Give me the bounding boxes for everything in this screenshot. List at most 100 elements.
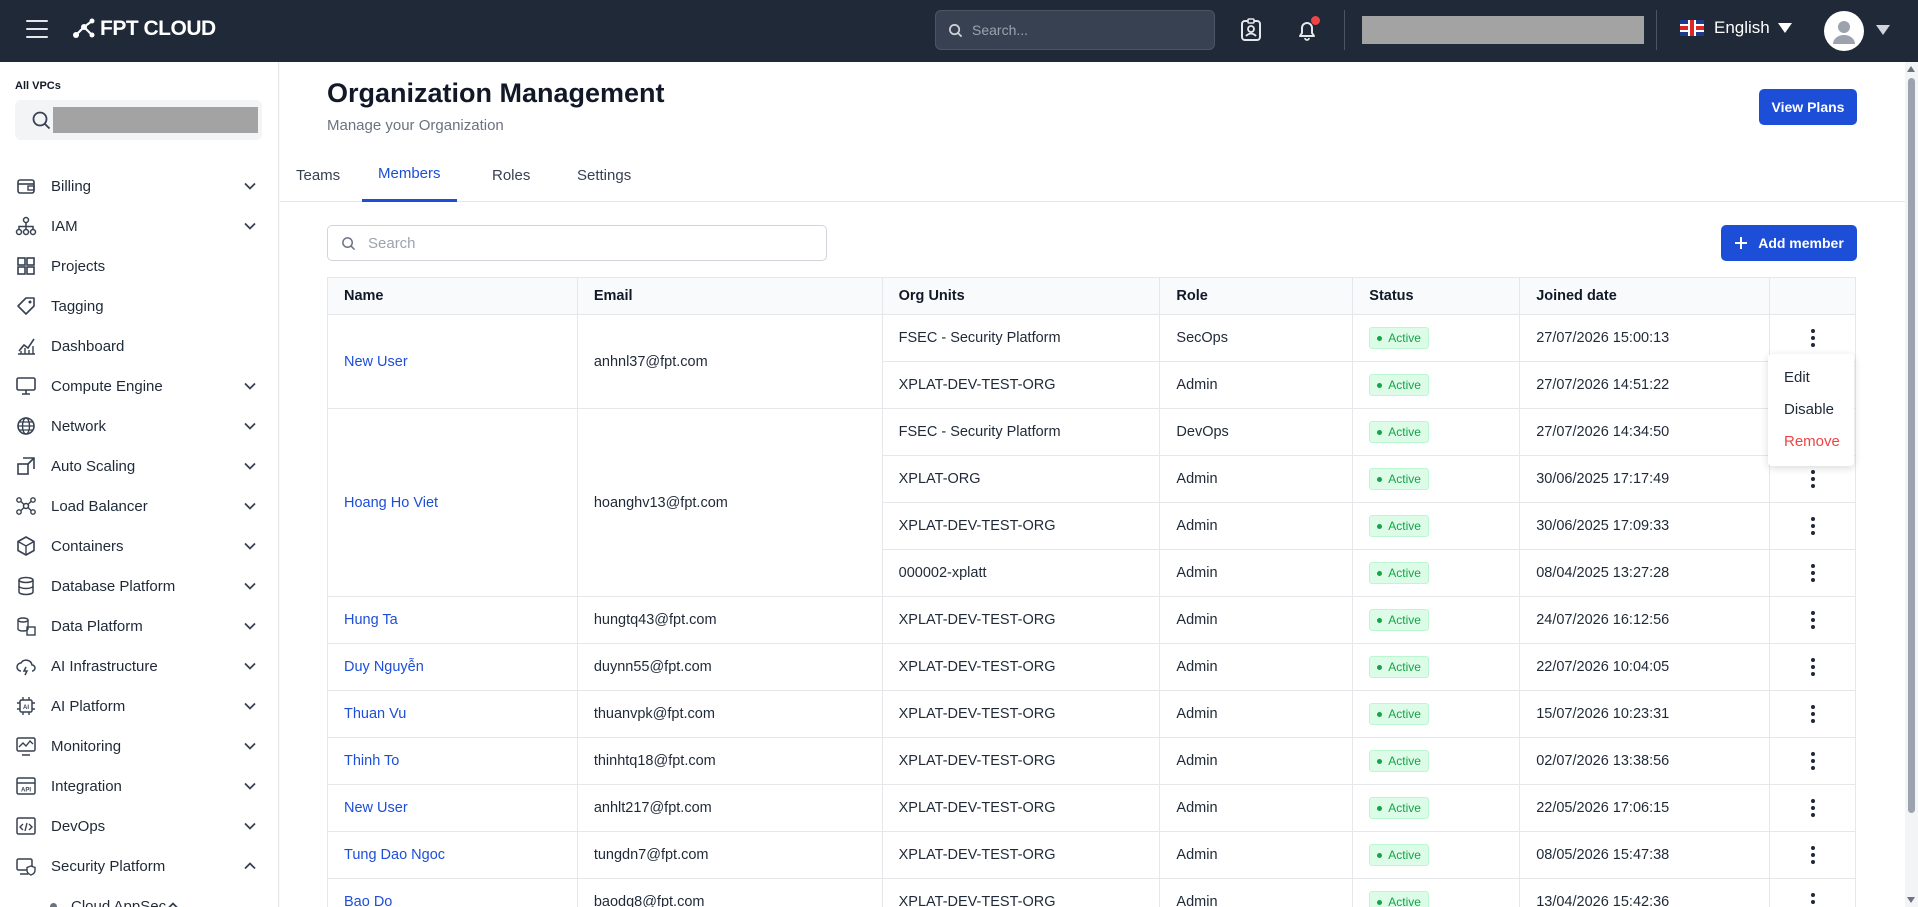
sidebar-item-database-platform[interactable]: Database Platform [0, 566, 278, 606]
fpt-cloud-logo[interactable]: FPT CLOUD [72, 17, 216, 41]
role-cell: Admin [1159, 878, 1354, 907]
more-options-icon[interactable] [1803, 890, 1823, 907]
sidebar-item-label: Data Platform [51, 617, 143, 635]
member-name-link[interactable]: Tung Dao Ngoc [344, 847, 445, 863]
sidebar-item-tagging[interactable]: Tagging [0, 286, 278, 326]
sidebar-item-iam[interactable]: IAM [0, 206, 278, 246]
more-options-icon[interactable] [1803, 514, 1823, 538]
menu-toggle-icon[interactable] [26, 20, 48, 38]
notification-bell-icon[interactable] [1294, 16, 1320, 43]
column-header-status[interactable]: Status [1352, 277, 1521, 315]
chevron-down-icon[interactable] [243, 659, 257, 673]
member-name-link[interactable]: New User [344, 800, 408, 816]
sidebar-subitem-cloud-appsec[interactable]: Cloud AppSec [0, 886, 278, 907]
member-name-link[interactable]: Hung Ta [344, 612, 398, 628]
more-options-icon[interactable] [1803, 655, 1823, 679]
member-name-link[interactable]: Thinh To [344, 753, 399, 769]
chevron-up-icon[interactable] [243, 859, 257, 873]
scroll-thumb[interactable] [1908, 78, 1915, 813]
menu-item-edit[interactable]: Edit [1768, 362, 1854, 394]
user-avatar[interactable] [1824, 11, 1864, 51]
sidebar-item-load-balancer[interactable]: Load Balancer [0, 486, 278, 526]
sidebar-item-auto-scaling[interactable]: Auto Scaling [0, 446, 278, 486]
top-navbar: FPT CLOUD Search... English [0, 0, 1918, 62]
table-row: Bao Do baodq8@fpt.com XPLAT-DEV-TEST-ORG Ad… [327, 878, 1856, 907]
view-plans-button[interactable]: View Plans [1759, 89, 1857, 125]
more-options-icon[interactable] [1803, 467, 1823, 491]
sidebar-item-compute-engine[interactable]: Compute Engine [0, 366, 278, 406]
chevron-down-icon[interactable] [243, 699, 257, 713]
add-member-button[interactable]: Add member [1721, 225, 1857, 261]
sidebar-item-devops[interactable]: DevOps [0, 806, 278, 846]
globe-icon [15, 415, 37, 437]
chevron-down-icon[interactable] [243, 219, 257, 233]
chevron-down-icon[interactable] [243, 379, 257, 393]
status-cell: Active [1352, 784, 1521, 832]
more-options-icon[interactable] [1803, 843, 1823, 867]
tab-members[interactable]: Members [362, 148, 457, 202]
status-badge: Active [1369, 327, 1429, 349]
menu-item-disable[interactable]: Disable [1768, 394, 1854, 426]
sidebar-item-ai-platform[interactable]: AI AI Platform [0, 686, 278, 726]
chevron-up-icon[interactable] [166, 899, 180, 907]
more-options-icon[interactable] [1803, 749, 1823, 773]
sidebar-item-data-platform[interactable]: Data Platform [0, 606, 278, 646]
chevron-down-icon[interactable] [243, 539, 257, 553]
sidebar-item-network[interactable]: Network [0, 406, 278, 446]
sidebar-item-integration[interactable]: API Integration [0, 766, 278, 806]
sidebar-item-dashboard[interactable]: Dashboard [0, 326, 278, 366]
chevron-down-icon[interactable] [243, 779, 257, 793]
more-options-icon[interactable] [1803, 796, 1823, 820]
column-header-name[interactable]: Name [327, 277, 578, 315]
tab-roles[interactable]: Roles [476, 148, 546, 202]
column-header-email[interactable]: Email [576, 277, 883, 315]
member-name-link[interactable]: Hoang Ho Viet [344, 495, 438, 511]
chevron-down-icon[interactable] [243, 819, 257, 833]
sidebar-item-security-platform[interactable]: Security Platform [0, 846, 278, 886]
column-header-org-units[interactable]: Org Units [881, 277, 1161, 315]
chevron-down-icon[interactable] [243, 739, 257, 753]
column-header-joined-date[interactable]: Joined date [1519, 277, 1771, 315]
chevron-down-icon[interactable] [243, 499, 257, 513]
chevron-down-icon[interactable] [243, 579, 257, 593]
member-search-input[interactable] [368, 234, 826, 252]
page-scrollbar[interactable] [1905, 62, 1918, 907]
chevron-down-icon[interactable] [243, 419, 257, 433]
member-name-link[interactable]: Thuan Vu [344, 706, 406, 722]
page-title: Organization Management [327, 78, 665, 108]
member-name-link[interactable]: New User [344, 354, 408, 370]
sidebar-item-billing[interactable]: Billing [0, 166, 278, 206]
org-unit-cell: XPLAT-ORG [881, 455, 1161, 503]
sidebar-item-monitoring[interactable]: Monitoring [0, 726, 278, 766]
more-options-icon[interactable] [1803, 326, 1823, 350]
scroll-up-arrow-icon[interactable] [1907, 66, 1915, 72]
column-header-role[interactable]: Role [1159, 277, 1354, 315]
sidebar-subitem-label: Cloud AppSec [71, 897, 167, 907]
global-search-input[interactable]: Search... [935, 10, 1215, 50]
role-cell: Admin [1159, 737, 1354, 785]
sidebar-item-containers[interactable]: Containers [0, 526, 278, 566]
tab-settings[interactable]: Settings [561, 148, 647, 202]
status-dot [1377, 805, 1383, 811]
chevron-down-icon[interactable] [243, 619, 257, 633]
vpc-search-select[interactable] [15, 100, 262, 140]
chevron-down-icon[interactable] [243, 179, 257, 193]
sidebar-item-projects[interactable]: Projects [0, 246, 278, 286]
status-badge: Active [1369, 374, 1429, 396]
member-name-link[interactable]: Duy Nguyễn [344, 659, 424, 675]
monitor-icon [15, 375, 37, 397]
more-options-icon[interactable] [1803, 561, 1823, 585]
menu-item-remove[interactable]: Remove [1768, 426, 1854, 458]
tab-teams[interactable]: Teams [280, 148, 356, 202]
scroll-down-arrow-icon[interactable] [1907, 897, 1915, 903]
member-search-field[interactable] [327, 225, 827, 261]
sidebar-item-ai-infrastructure[interactable]: AI Infrastructure [0, 646, 278, 686]
more-options-icon[interactable] [1803, 702, 1823, 726]
chevron-down-icon[interactable] [243, 459, 257, 473]
user-menu-caret-icon[interactable] [1876, 25, 1890, 35]
clipboard-user-icon[interactable] [1238, 17, 1264, 43]
member-name-link[interactable]: Bao Do [344, 894, 392, 907]
language-selector[interactable]: English [1680, 18, 1792, 38]
more-options-icon[interactable] [1803, 608, 1823, 632]
table-row: Thinh To thinhtq18@fpt.com XPLAT-DEV-TEST-… [327, 737, 1856, 785]
